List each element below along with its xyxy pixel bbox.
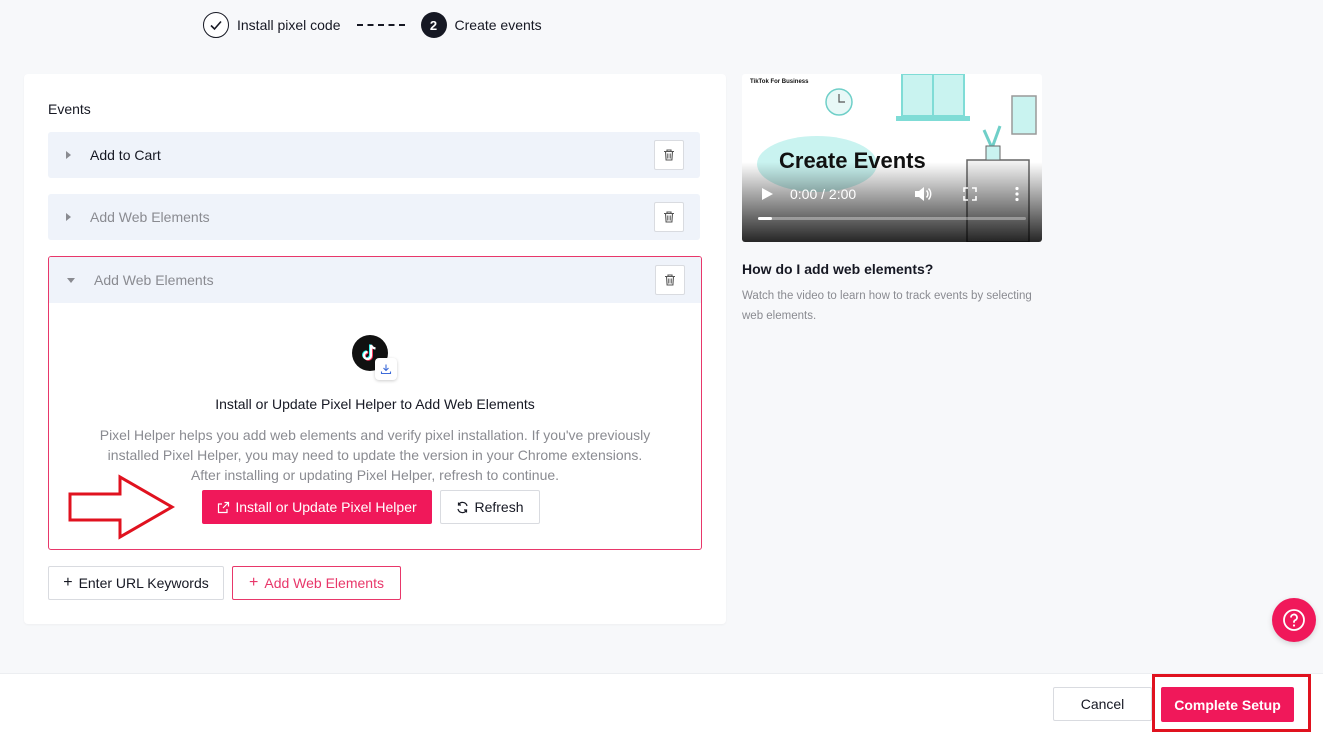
events-title: Events	[48, 101, 91, 117]
install-pixel-helper-label: Install or Update Pixel Helper	[235, 499, 417, 515]
event-row-add-web-elements-1[interactable]: Add Web Elements	[48, 194, 700, 240]
step-connector	[356, 24, 405, 26]
event-label: Add to Cart	[90, 147, 161, 163]
annotation-arrow-icon	[68, 474, 176, 540]
help-description: Watch the video to learn how to track ev…	[742, 290, 1032, 322]
caret-right-icon[interactable]	[66, 213, 71, 221]
enter-url-keywords-label: Enter URL Keywords	[78, 575, 209, 591]
complete-setup-button[interactable]: Complete Setup	[1161, 687, 1294, 722]
enter-url-keywords-button[interactable]: + Enter URL Keywords	[48, 566, 224, 600]
plus-icon: +	[63, 574, 73, 591]
step-2-label: Create events	[454, 17, 542, 33]
volume-icon[interactable]	[914, 186, 932, 202]
trash-icon	[665, 274, 675, 286]
tutorial-video-player[interactable]: TikTok For Business Create Events 0:00 /…	[742, 74, 1042, 242]
help-button[interactable]	[1272, 598, 1316, 642]
cancel-button[interactable]: Cancel	[1053, 687, 1152, 721]
step-done-check-icon	[203, 12, 229, 38]
event-label: Add Web Elements	[94, 272, 214, 288]
video-controls-overlay	[742, 162, 1042, 242]
install-pixel-helper-button[interactable]: Install or Update Pixel Helper	[202, 490, 432, 524]
caret-right-icon[interactable]	[66, 151, 71, 159]
refresh-button[interactable]: Refresh	[440, 490, 540, 524]
pixel-helper-description: Pixel Helper helps you add web elements …	[99, 427, 651, 483]
video-brand: TikTok For Business	[750, 79, 809, 85]
fullscreen-icon[interactable]	[963, 187, 977, 201]
video-progress-fill	[758, 217, 772, 220]
video-title: Create Events	[779, 148, 926, 173]
plus-icon: +	[249, 574, 259, 591]
pixel-helper-title: Install or Update Pixel Helper to Add We…	[215, 396, 535, 412]
play-icon[interactable]	[760, 187, 774, 201]
delete-event-button[interactable]	[654, 140, 684, 170]
delete-event-button[interactable]	[654, 202, 684, 232]
external-link-icon	[218, 501, 230, 513]
trash-icon	[664, 149, 674, 161]
question-icon	[1283, 609, 1305, 631]
download-icon	[375, 358, 397, 380]
footer-bar: Cancel Complete Setup	[0, 673, 1323, 736]
delete-event-button[interactable]	[655, 265, 685, 295]
step-2-number: 2	[420, 12, 447, 38]
event-row-add-web-elements-2[interactable]: Add Web Elements	[49, 257, 701, 303]
trash-icon	[664, 211, 674, 223]
refresh-label: Refresh	[474, 499, 524, 515]
more-options-icon[interactable]	[1014, 186, 1020, 202]
event-label: Add Web Elements	[90, 209, 210, 225]
add-web-elements-label: Add Web Elements	[264, 575, 384, 591]
video-progress-bar[interactable]	[758, 217, 1026, 220]
add-web-elements-button[interactable]: + Add Web Elements	[232, 566, 401, 600]
video-time: 0:00 / 2:00	[790, 186, 857, 202]
refresh-icon	[457, 501, 469, 513]
step-1-label: Install pixel code	[237, 17, 341, 33]
help-title: How do I add web elements?	[742, 261, 934, 277]
caret-down-icon[interactable]	[67, 277, 75, 283]
event-row-add-to-cart[interactable]: Add to Cart	[48, 132, 700, 178]
events-card: Events Add to Cart Add Web Elements Add …	[24, 74, 726, 624]
stepper: Install pixel code 2 Create events	[203, 12, 542, 38]
